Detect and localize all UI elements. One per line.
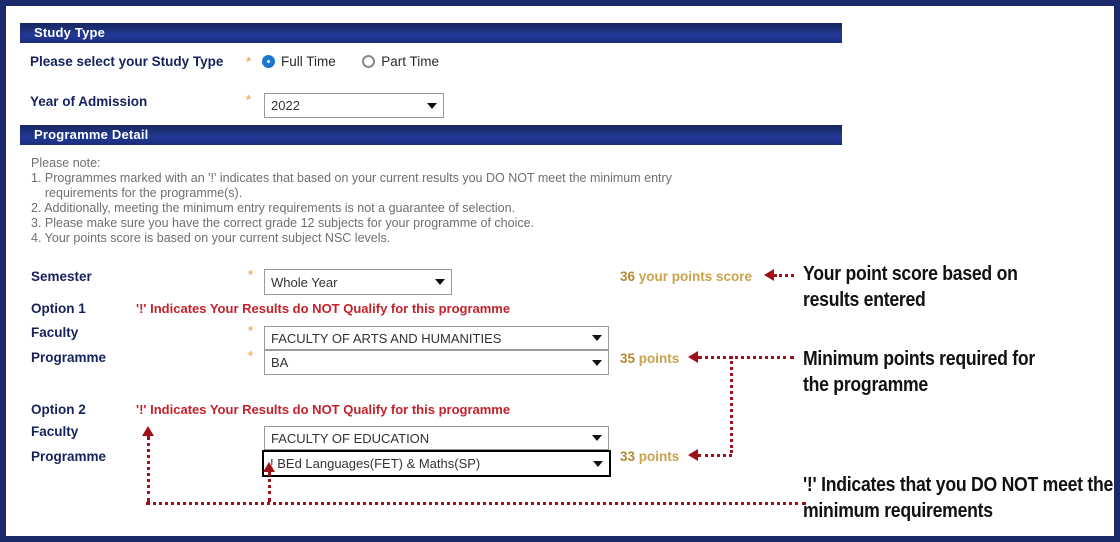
please-note-line-4: 4. Your points score is based on your cu… bbox=[31, 231, 391, 245]
option2-programme-select[interactable]: ! BEd Languages(FET) & Maths(SP) bbox=[262, 450, 611, 477]
please-note-line-3: 3. Please make sure you have the correct… bbox=[31, 216, 535, 230]
minimum-arrow-head-icon bbox=[688, 351, 698, 363]
option1-faculty-select[interactable]: FACULTY OF ARTS AND HUMANITIES bbox=[264, 326, 609, 350]
option1-programme-required-marker: * bbox=[248, 348, 254, 363]
form-container: Study Type Please select your Study Type… bbox=[6, 6, 1114, 536]
option1-points-value: 35 bbox=[620, 351, 636, 366]
option2-faculty-label: Faculty bbox=[31, 424, 79, 439]
semester-value: Whole Year bbox=[271, 274, 338, 290]
year-of-admission-label: Year of Admission bbox=[30, 94, 148, 109]
option2-faculty-value: FACULTY OF EDUCATION bbox=[271, 430, 430, 446]
chevron-down-icon bbox=[592, 335, 602, 341]
annotation-score: Your point score based on results entere… bbox=[803, 262, 1018, 311]
exclaim-left-arrow-head-icon bbox=[142, 426, 154, 436]
exclaim-mid-arrow-head-icon bbox=[263, 462, 275, 472]
option1-programme-value: BA bbox=[271, 355, 289, 370]
option2-points-connector-line bbox=[698, 454, 732, 457]
annotation-minimum-points: Minimum points required for the programm… bbox=[803, 347, 1036, 396]
year-of-admission-select[interactable]: 2022 bbox=[264, 93, 444, 118]
option1-points-text: 35 points bbox=[620, 351, 679, 366]
study-type-required-marker: * bbox=[246, 54, 252, 69]
option1-label: Option 1 bbox=[31, 301, 86, 316]
option2-warning-text: '!' Indicates Your Results do NOT Qualif… bbox=[136, 402, 511, 417]
please-note-line-2: 2. Additionally, meeting the minimum ent… bbox=[31, 201, 516, 215]
page-frame: Study Type Please select your Study Type… bbox=[0, 0, 1120, 542]
chevron-down-icon bbox=[435, 279, 445, 285]
your-points-score-text: 36 your points score bbox=[620, 269, 752, 284]
please-note-line-1-cont: requirements for the programme(s). bbox=[31, 186, 243, 200]
radio-part-time-icon[interactable] bbox=[362, 55, 376, 68]
option1-faculty-value: FACULTY OF ARTS AND HUMANITIES bbox=[271, 330, 502, 346]
chevron-down-icon bbox=[593, 460, 603, 467]
option2-faculty-select[interactable]: FACULTY OF EDUCATION bbox=[264, 426, 609, 450]
semester-label: Semester bbox=[31, 269, 92, 284]
annotation-exclaim: '!' Indicates that you DO NOT meet the m… bbox=[803, 473, 1114, 522]
option2-points-text: 33 points bbox=[620, 449, 679, 464]
score-connector-line bbox=[774, 274, 794, 277]
your-points-score-value: 36 bbox=[620, 269, 636, 284]
points-branch-vertical-line bbox=[730, 356, 733, 453]
year-of-admission-value: 2022 bbox=[271, 98, 300, 113]
semester-select[interactable]: Whole Year bbox=[264, 269, 452, 295]
section-header-programme-detail: Programme Detail bbox=[20, 125, 842, 145]
study-type-radio-group[interactable]: Full Time Part Time bbox=[262, 54, 461, 73]
option1-programme-label: Programme bbox=[31, 350, 107, 365]
option2-programme-label: Programme bbox=[31, 449, 107, 464]
score-arrow-head-icon bbox=[764, 269, 774, 281]
chevron-down-icon bbox=[592, 435, 602, 441]
please-note-line-1: 1. Programmes marked with an '!' indicat… bbox=[31, 171, 672, 185]
option1-programme-select[interactable]: BA bbox=[264, 350, 609, 375]
exclaim-branch-left-vertical-line bbox=[147, 436, 150, 502]
radio-full-time-label: Full Time bbox=[281, 54, 336, 69]
radio-option-full-time[interactable]: Full Time bbox=[262, 54, 336, 69]
option2-label: Option 2 bbox=[31, 402, 86, 417]
option2-points-arrow-head-icon bbox=[688, 449, 698, 461]
chevron-down-icon bbox=[592, 359, 602, 366]
study-type-label: Please select your Study Type bbox=[30, 54, 224, 69]
option2-points-caption: points bbox=[635, 449, 680, 464]
please-note-heading: Please note: bbox=[31, 156, 101, 170]
year-of-admission-required-marker: * bbox=[246, 92, 252, 107]
radio-option-part-time[interactable]: Part Time bbox=[362, 54, 439, 69]
section-header-study-type: Study Type bbox=[20, 23, 842, 43]
radio-full-time-icon[interactable] bbox=[262, 55, 275, 68]
option2-points-value: 33 bbox=[620, 449, 636, 464]
option1-points-caption: points bbox=[635, 351, 680, 366]
exclaim-branch-mid-vertical-line bbox=[268, 472, 271, 502]
option1-warning-text: '!' Indicates Your Results do NOT Qualif… bbox=[136, 301, 511, 316]
minimum-connector-line bbox=[698, 356, 794, 359]
option2-programme-value: ! BEd Languages(FET) & Maths(SP) bbox=[270, 456, 481, 471]
radio-part-time-label: Part Time bbox=[381, 54, 439, 69]
option1-faculty-required-marker: * bbox=[248, 323, 254, 338]
chevron-down-icon bbox=[427, 102, 437, 109]
exclaim-connector-horizontal-line bbox=[146, 502, 806, 505]
semester-required-marker: * bbox=[248, 267, 254, 282]
option1-faculty-label: Faculty bbox=[31, 325, 79, 340]
your-points-score-caption: your points score bbox=[635, 269, 753, 284]
